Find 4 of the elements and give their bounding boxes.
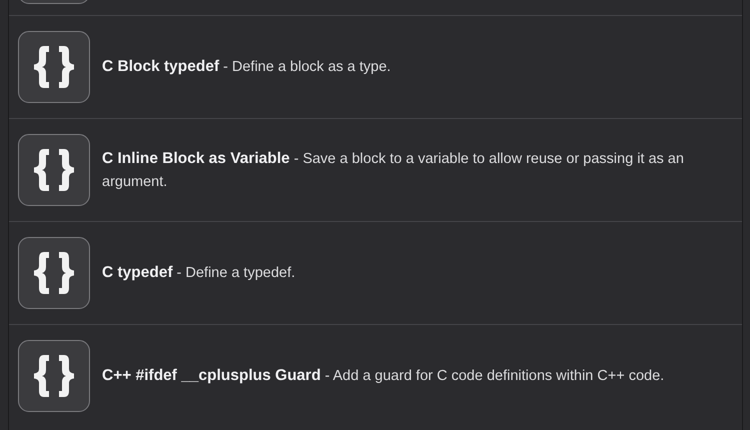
snippet-description: C++ #ifdef __cplusplus Guard - Add a guard for C code definitions within C++ code. (102, 366, 666, 386)
snippet-description: C Block typedef - Define a block as a type. (102, 57, 392, 77)
snippet-description: C typedef - Define a typedef. (102, 263, 296, 283)
snippet-description: C Inline Block as Variable - Save a block to a variable to allow reuse or passing it as an argument. (102, 148, 685, 192)
